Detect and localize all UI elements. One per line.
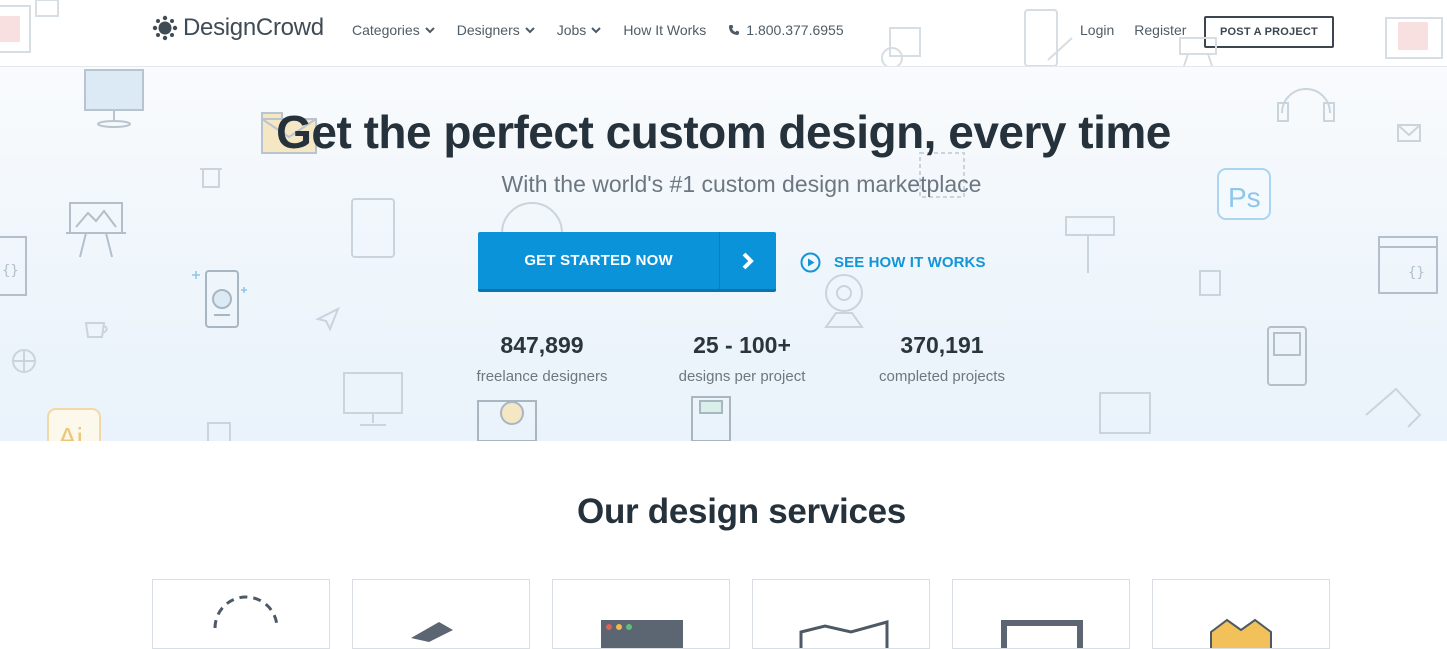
nav-how-it-works[interactable]: How It Works — [623, 22, 706, 38]
service-card[interactable] — [752, 579, 930, 649]
stat-designers: 847,899 freelance designers — [442, 332, 642, 385]
code-window-icon: {} — [1378, 236, 1438, 294]
chevron-down-icon — [424, 26, 435, 33]
hero-subtitle: With the world's #1 custom design market… — [501, 171, 982, 197]
service-card[interactable] — [552, 579, 730, 649]
stat-label: completed projects — [879, 368, 1005, 385]
tshirt-icon — [1210, 618, 1272, 648]
phone-number[interactable]: 1.800.377.6955 — [728, 22, 844, 38]
svg-text:{}: {} — [1408, 265, 1425, 281]
dashed-circle-icon — [213, 595, 279, 629]
brochure-icon — [799, 620, 889, 648]
chevron-down-icon — [591, 26, 602, 33]
arrow-right-icon — [719, 232, 776, 289]
register-link[interactable]: Register — [1134, 22, 1186, 38]
get-started-label: GET STARTED NOW — [524, 252, 673, 269]
stat-label: designs per project — [678, 368, 806, 385]
small-square-icon — [207, 422, 231, 441]
service-card[interactable] — [352, 579, 530, 649]
webcam-icon — [824, 274, 864, 328]
cup-icon — [84, 322, 108, 338]
compass-icon — [1365, 387, 1422, 428]
browser-window-icon — [601, 620, 683, 648]
see-how-it-works-link[interactable]: SEE HOW IT WORKS — [800, 252, 986, 273]
nav-how-it-works-label: How It Works — [623, 22, 707, 38]
services-title: Our design services — [577, 492, 906, 531]
service-card[interactable] — [152, 579, 330, 649]
nav-categories-label: Categories — [352, 22, 420, 38]
hand-card-icon — [691, 396, 731, 441]
stat-value: 25 - 100+ — [693, 332, 791, 358]
account-nav: Login Register — [1080, 22, 1206, 38]
stat-value: 370,191 — [900, 332, 984, 358]
phone-icon — [729, 25, 740, 35]
stat-designs-per-project: 25 - 100+ designs per project — [642, 332, 842, 385]
screen-icon — [343, 372, 403, 426]
stat-label: freelance designers — [476, 368, 608, 385]
gameboy-icon — [1267, 326, 1307, 386]
illustrator-text: Ai — [58, 422, 83, 441]
mobile-phone-icon — [205, 270, 239, 328]
play-circle-icon — [800, 252, 821, 273]
service-card[interactable] — [1152, 579, 1330, 649]
chevron-down-icon — [525, 26, 535, 33]
code-window-icon: {} — [0, 236, 27, 296]
circle-shape — [501, 202, 563, 234]
logo-text: DesignCrowd — [183, 14, 324, 41]
svg-text:{}: {} — [2, 263, 19, 279]
main-nav: Categories Designers Jobs How It Works 1… — [352, 22, 844, 38]
nav-designers-label: Designers — [456, 22, 520, 38]
hero-section: {} {} Ps Ai Get the perfect custom desig… — [0, 67, 1447, 441]
tablet-icon — [351, 198, 395, 258]
paint-roller-icon — [1065, 216, 1115, 273]
card-shape-icon — [411, 622, 453, 642]
nav-categories[interactable]: Categories — [352, 22, 435, 38]
service-card[interactable] — [952, 579, 1130, 649]
nav-designers[interactable]: Designers — [457, 22, 535, 38]
login-link[interactable]: Login — [1080, 22, 1114, 38]
logo[interactable]: DesignCrowd — [152, 14, 324, 42]
computer-icon — [1099, 392, 1151, 434]
nav-jobs-label: Jobs — [556, 22, 587, 38]
hero-title: Get the perfect custom design, every tim… — [276, 106, 1171, 158]
logo-splat-icon — [152, 15, 178, 41]
nav-jobs[interactable]: Jobs — [557, 22, 602, 38]
paper-plane-icon — [315, 306, 340, 332]
get-started-button[interactable]: GET STARTED NOW — [478, 232, 776, 292]
bookmark-icon — [1199, 270, 1221, 296]
see-how-it-works-label: SEE HOW IT WORKS — [834, 254, 986, 271]
easel-icon — [66, 202, 126, 258]
post-project-button[interactable]: POST A PROJECT — [1204, 16, 1334, 48]
ball-icon — [12, 349, 36, 373]
camera-icon — [477, 400, 537, 441]
site-header: DesignCrowd Categories Designers Jobs Ho… — [0, 0, 1447, 67]
stat-value: 847,899 — [500, 332, 584, 358]
stat-completed-projects: 370,191 completed projects — [842, 332, 1042, 385]
monitor-frame-icon — [1001, 620, 1083, 648]
phone-number-text: 1.800.377.6955 — [746, 22, 844, 38]
